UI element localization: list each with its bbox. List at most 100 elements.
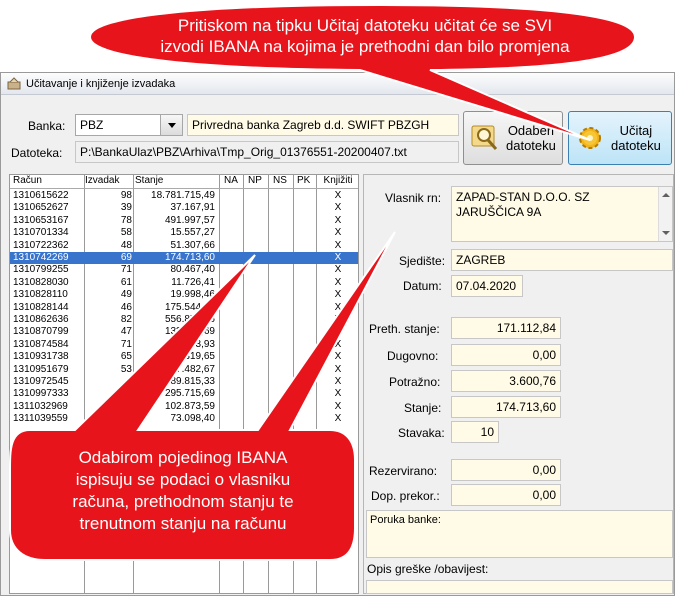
sjediste-label: Sjedište: <box>399 254 446 268</box>
cell-knjiziti: X <box>334 202 342 214</box>
rezervirano-field[interactable]: 0,00 <box>451 459 561 481</box>
table-row[interactable]: 1310722362 48 51.307,66 X <box>10 240 358 252</box>
cell-knjiziti: X <box>334 227 342 239</box>
cell-stanje: 37.167,91 <box>170 202 216 214</box>
cell-knjiziti: X <box>334 376 342 387</box>
opis-greske-label: Opis greške /obavijest: <box>367 562 489 576</box>
table-row[interactable]: 1310652627 39 37.167,91 X <box>10 202 358 214</box>
col-na[interactable]: NA <box>224 175 238 186</box>
cell-stanje: 175.544,13 <box>164 301 215 313</box>
cell-izvadak: 78 <box>120 214 132 226</box>
cell-racun: 1310951679 <box>13 363 69 375</box>
cell-stanje: 19.998,46 <box>170 289 216 301</box>
banka-select[interactable]: PBZ <box>75 114 183 136</box>
cell-racun: 1310828030 <box>13 276 69 288</box>
col-np[interactable]: NP <box>248 175 262 186</box>
cell-knjiziti: X <box>334 214 342 226</box>
cell-stanje: 13?.?88,69 <box>164 326 215 338</box>
col-knjiziti[interactable]: Knjižiti <box>318 175 358 186</box>
stavaka-label: Stavaka: <box>398 426 445 440</box>
vlasnik-label: Vlasnik rn: <box>385 191 442 205</box>
table-row[interactable]: 1310997333 295.715,69 X <box>10 388 358 400</box>
cell-racun: 1310828144 <box>13 301 69 313</box>
title-bar: Učitavanje i knjiženje izvadaka <box>1 73 674 95</box>
table-row[interactable]: 1310653167 78 491.997,57 X <box>10 215 358 227</box>
cell-racun: 1310653167 <box>13 214 69 226</box>
cell-knjiziti: X <box>334 314 342 325</box>
cell-knjiziti: X <box>334 239 342 251</box>
cell-knjiziti: X <box>334 264 342 276</box>
cell-izvadak: 71 <box>120 264 132 276</box>
table-row[interactable]: 1310862636 82 556.87?,76 X <box>10 314 358 326</box>
cell-izvadak: 98 <box>120 190 132 201</box>
dop-prekor-field[interactable]: 0,00 <box>451 484 561 506</box>
col-ns[interactable]: NS <box>273 175 287 186</box>
cell-knjiziti: X <box>334 289 342 301</box>
table-row[interactable]: 1310701334 58 15.557,27 X <box>10 227 358 239</box>
cell-knjiziti: X <box>334 276 342 288</box>
cell-racun: 1310799255 <box>13 264 69 276</box>
sjediste-field[interactable]: ZAGREB <box>451 249 673 271</box>
col-racun[interactable]: Račun <box>13 175 42 186</box>
table-row[interactable]: 1310799255 71 80.467,40 X <box>10 264 358 276</box>
banka-label: Banka: <box>28 119 66 133</box>
potrazno-field[interactable]: 3.600,76 <box>451 370 561 392</box>
cell-knjiziti: X <box>334 326 342 338</box>
cell-racun: 1310652627 <box>13 202 69 214</box>
table-row[interactable]: 1311032969 68 102.873,59 X <box>10 401 358 413</box>
datum-field[interactable]: 07.04.2020 <box>451 275 523 297</box>
table-row[interactable]: 1310828030 61 11.726,41 X <box>10 277 358 289</box>
table-row[interactable]: 1310951679 53 7.482,67 X <box>10 364 358 376</box>
scroll-down-icon[interactable] <box>662 231 670 235</box>
cell-stanje: 11.726,41 <box>171 276 215 288</box>
vlasnik-field[interactable]: ZAPAD-STAN D.O.O. SZ JARUŠČICA 9A <box>451 186 673 242</box>
cell-knjiziti: X <box>334 301 342 313</box>
odaberi-datoteku-label: Odaberi datoteku <box>506 123 556 153</box>
cell-izvadak: 61 <box>120 276 132 288</box>
bottom-callout-text: Odabirom pojedinog IBANA ispisuju se pod… <box>72 448 294 533</box>
table-row[interactable]: 1310972545 489.815,33 X <box>10 376 358 388</box>
ucitaj-datoteku-button[interactable]: Učitaj datoteku <box>568 111 672 165</box>
table-row[interactable]: 1310828144 46 175.544,13 X <box>10 302 358 314</box>
preth-stanje-label: Preth. stanje: <box>369 322 440 336</box>
cell-izvadak: 65 <box>120 351 132 363</box>
cell-knjiziti: X <box>334 363 342 375</box>
table-row[interactable]: 1310828110 49 19.998,46 X <box>10 289 358 301</box>
cell-stanje: 18.781.715,49 <box>151 190 215 201</box>
stavaka-field[interactable]: 10 <box>451 421 499 443</box>
opis-greske-field[interactable] <box>366 580 673 594</box>
preth-stanje-field[interactable]: 171.112,84 <box>451 317 561 339</box>
cell-knjiziti: X <box>334 252 342 263</box>
rezervirano-label: Rezervirano: <box>369 464 438 478</box>
col-stanje[interactable]: Stanje <box>135 175 215 186</box>
poruka-banke-field[interactable]: Poruka banke: <box>366 510 673 558</box>
cell-izvadak: 58 <box>120 227 132 239</box>
table-row[interactable]: 1310931738 65 47.319,65 X <box>10 351 358 363</box>
datoteka-field[interactable]: P:\BankaUlaz\PBZ\Arhiva\Tmp_Orig_0137655… <box>75 141 459 163</box>
cell-racun: 1310870799 <box>13 326 69 338</box>
table-row[interactable]: 1310742269 69 174.713,60 X <box>10 252 358 265</box>
top-callout-text: Pritiskom na tipku Učitaj datoteku učita… <box>160 16 570 56</box>
chevron-down-icon[interactable] <box>160 115 182 135</box>
table-row[interactable]: 1311039559 71 73.098,40 X <box>10 413 358 425</box>
banka-name-field[interactable]: Privredna banka Zagreb d.d. SWIFT PBZGH <box>187 114 459 136</box>
table-row[interactable]: 1310870799 47 13?.?88,69 X <box>10 326 358 338</box>
cell-racun: 1311039559 <box>13 413 68 425</box>
vlasnik-scrollbar[interactable] <box>658 187 672 241</box>
table-row[interactable]: 1310615622 98 18.781.715,49 X <box>10 190 358 202</box>
cell-izvadak: 49 <box>120 289 132 301</box>
cell-racun: 1310615622 <box>13 190 69 201</box>
stanje-field[interactable]: 174.713,60 <box>451 396 561 418</box>
app-icon <box>7 77 21 90</box>
table-row[interactable]: 1310874584 71 ?.573,93 X <box>10 339 358 351</box>
col-izvadak[interactable]: Izvadak <box>85 175 132 186</box>
odaberi-datoteku-button[interactable]: Odaberi datoteku <box>463 111 563 165</box>
scroll-up-icon[interactable] <box>662 193 670 197</box>
cell-racun: 1311032969 <box>13 400 68 412</box>
datoteka-label: Datoteka: <box>11 146 63 160</box>
col-pk[interactable]: PK <box>297 175 310 186</box>
cell-stanje: 295.715,69 <box>164 388 215 400</box>
dugovno-field[interactable]: 0,00 <box>451 344 561 366</box>
banka-select-value: PBZ <box>80 118 104 132</box>
cell-stanje: 7.482,67 <box>176 363 215 375</box>
